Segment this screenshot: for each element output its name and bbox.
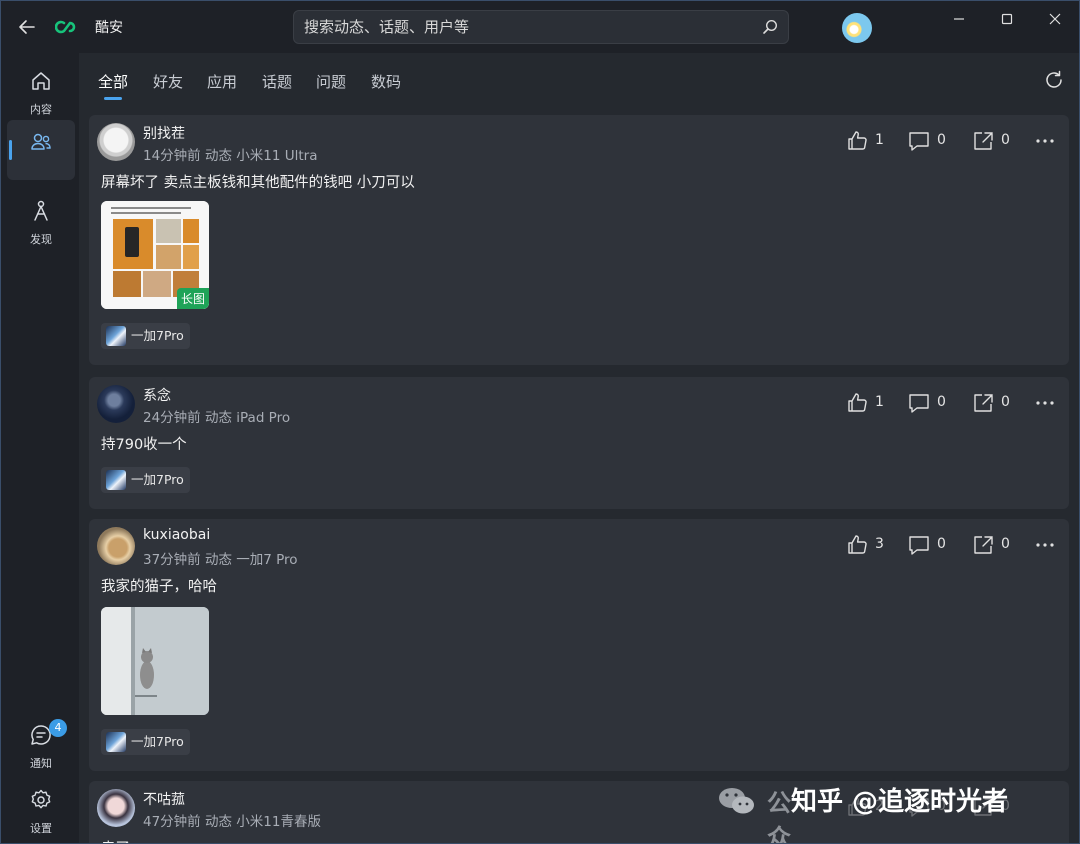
sidebar-item-friends[interactable] <box>7 120 75 180</box>
comment-icon <box>909 536 929 555</box>
search-icon[interactable] <box>762 19 778 35</box>
search-box <box>293 10 789 44</box>
people-icon <box>31 133 51 150</box>
post-image[interactable]: 长图 <box>101 201 209 309</box>
gear-icon <box>31 789 51 809</box>
topic-tag[interactable]: 一加7Pro <box>101 467 190 493</box>
post-text: 卖了 <box>101 837 130 843</box>
like-count: 3 <box>875 536 884 552</box>
post-username[interactable]: 不咕菰 <box>143 789 185 809</box>
post-text: 持790收一个 <box>101 437 187 453</box>
share-icon <box>974 394 993 412</box>
home-icon <box>32 72 50 90</box>
share-count: 0 <box>1001 132 1010 148</box>
sidebar-item-label: 发现 <box>30 233 52 246</box>
post-text: 屏幕坏了 卖点主板钱和其他配件的钱吧 小刀可以 <box>101 175 415 191</box>
like-count: 1 <box>875 394 884 410</box>
post-text: 我家的猫子，哈哈 <box>101 579 217 595</box>
maximize-icon[interactable] <box>995 7 1019 31</box>
long-image-badge: 长图 <box>176 288 209 309</box>
more-icon[interactable] <box>1033 533 1057 557</box>
avatar[interactable] <box>97 789 135 827</box>
thumbs-up-icon <box>848 393 867 412</box>
tab-all[interactable]: 全部 <box>98 71 128 92</box>
active-indicator <box>9 140 12 160</box>
post-meta: 24分钟前 动态 iPad Pro <box>143 410 291 426</box>
topic-icon <box>106 326 126 346</box>
refresh-icon[interactable] <box>1043 69 1065 91</box>
avatar[interactable] <box>97 527 135 565</box>
app-title: 酷安 <box>95 20 123 36</box>
topic-tag[interactable]: 一加7Pro <box>101 729 190 755</box>
comment-icon <box>909 394 929 413</box>
thumbs-up-icon <box>848 131 867 150</box>
comment-count: 0 <box>937 536 946 552</box>
search-input[interactable] <box>304 15 744 39</box>
avatar[interactable] <box>97 385 135 423</box>
close-icon[interactable] <box>1043 7 1067 31</box>
share-count: 0 <box>1001 536 1010 552</box>
share-icon <box>974 132 993 150</box>
main-content: 全部 好友 应用 话题 问题 数码 别找茬 14分钟前 动态 小米11 Ultr… <box>79 53 1079 843</box>
post-actions: 3 0 0 <box>845 531 1055 559</box>
topic-tag[interactable]: 一加7Pro <box>101 323 190 349</box>
tab-underline <box>104 97 122 100</box>
sidebar-item-content[interactable]: 内容 <box>7 59 75 119</box>
post-username[interactable]: 系念 <box>143 385 171 405</box>
minimize-icon[interactable] <box>947 7 971 31</box>
sidebar-item-label: 通知 <box>30 757 52 770</box>
topic-label: 一加7Pro <box>131 734 184 749</box>
cat-photo <box>101 607 209 715</box>
topic-icon <box>106 470 126 490</box>
comment-count: 0 <box>937 132 946 148</box>
share-count: 0 <box>1001 394 1010 410</box>
coolapk-logo-icon <box>55 20 76 34</box>
discover-icon <box>34 200 48 221</box>
sidebar-item-label: 设置 <box>30 822 52 835</box>
avatar[interactable] <box>97 123 135 161</box>
sidebar-item-notifications[interactable]: 4 通知 <box>7 713 75 773</box>
back-arrow-icon[interactable] <box>15 15 39 39</box>
watermark-text: 知乎 @追逐时光者 <box>791 787 1009 817</box>
post-card[interactable]: kuxiaobai 37分钟前 动态 一加7 Pro 3 0 0 我家的猫子，哈… <box>89 519 1069 771</box>
watermark-prefix: 公众 <box>767 789 791 844</box>
comment-icon <box>909 132 929 151</box>
post-meta: 14分钟前 动态 小米11 Ultra <box>143 148 318 164</box>
tab-friends[interactable]: 好友 <box>153 71 183 92</box>
topic-icon <box>106 732 126 752</box>
tab-questions[interactable]: 问题 <box>316 71 346 92</box>
notification-badge: 4 <box>49 719 67 737</box>
tab-bar: 全部 好友 应用 话题 问题 数码 <box>79 53 1079 111</box>
post-card[interactable]: 别找茬 14分钟前 动态 小米11 Ultra 1 0 0 屏幕坏了 卖点主板钱… <box>89 115 1069 365</box>
sidebar-item-discover[interactable]: 发现 <box>7 189 75 249</box>
tab-apps[interactable]: 应用 <box>207 71 237 92</box>
post-actions: 1 0 0 <box>845 127 1055 155</box>
like-count: 1 <box>875 132 884 148</box>
title-bar: 酷安 <box>1 1 1079 53</box>
sidebar-item-settings[interactable]: 设置 <box>7 778 75 838</box>
wechat-icon <box>719 788 754 814</box>
sidebar: 内容 发现 4 通知 设置 <box>1 53 79 843</box>
thumbs-up-icon <box>848 535 867 554</box>
more-icon[interactable] <box>1033 391 1057 415</box>
tab-digital[interactable]: 数码 <box>371 71 401 92</box>
topic-label: 一加7Pro <box>131 472 184 487</box>
more-icon[interactable] <box>1033 129 1057 153</box>
share-icon <box>974 536 993 554</box>
post-card[interactable]: 系念 24分钟前 动态 iPad Pro 1 0 0 持790收一个 一加7Pr… <box>89 377 1069 509</box>
post-username[interactable]: 别找茬 <box>143 123 185 143</box>
app-window: 酷安 内容 <box>0 0 1080 844</box>
post-username[interactable]: kuxiaobai <box>143 527 210 543</box>
post-actions: 1 0 0 <box>845 389 1055 417</box>
tab-topics[interactable]: 话题 <box>262 71 292 92</box>
sidebar-item-label: 内容 <box>30 103 52 116</box>
topic-label: 一加7Pro <box>131 328 184 343</box>
post-image[interactable] <box>101 607 209 715</box>
post-meta: 37分钟前 动态 一加7 Pro <box>143 552 298 568</box>
post-meta: 47分钟前 动态 小米11青春版 <box>143 814 321 830</box>
user-avatar[interactable] <box>842 13 872 43</box>
comment-count: 0 <box>937 394 946 410</box>
